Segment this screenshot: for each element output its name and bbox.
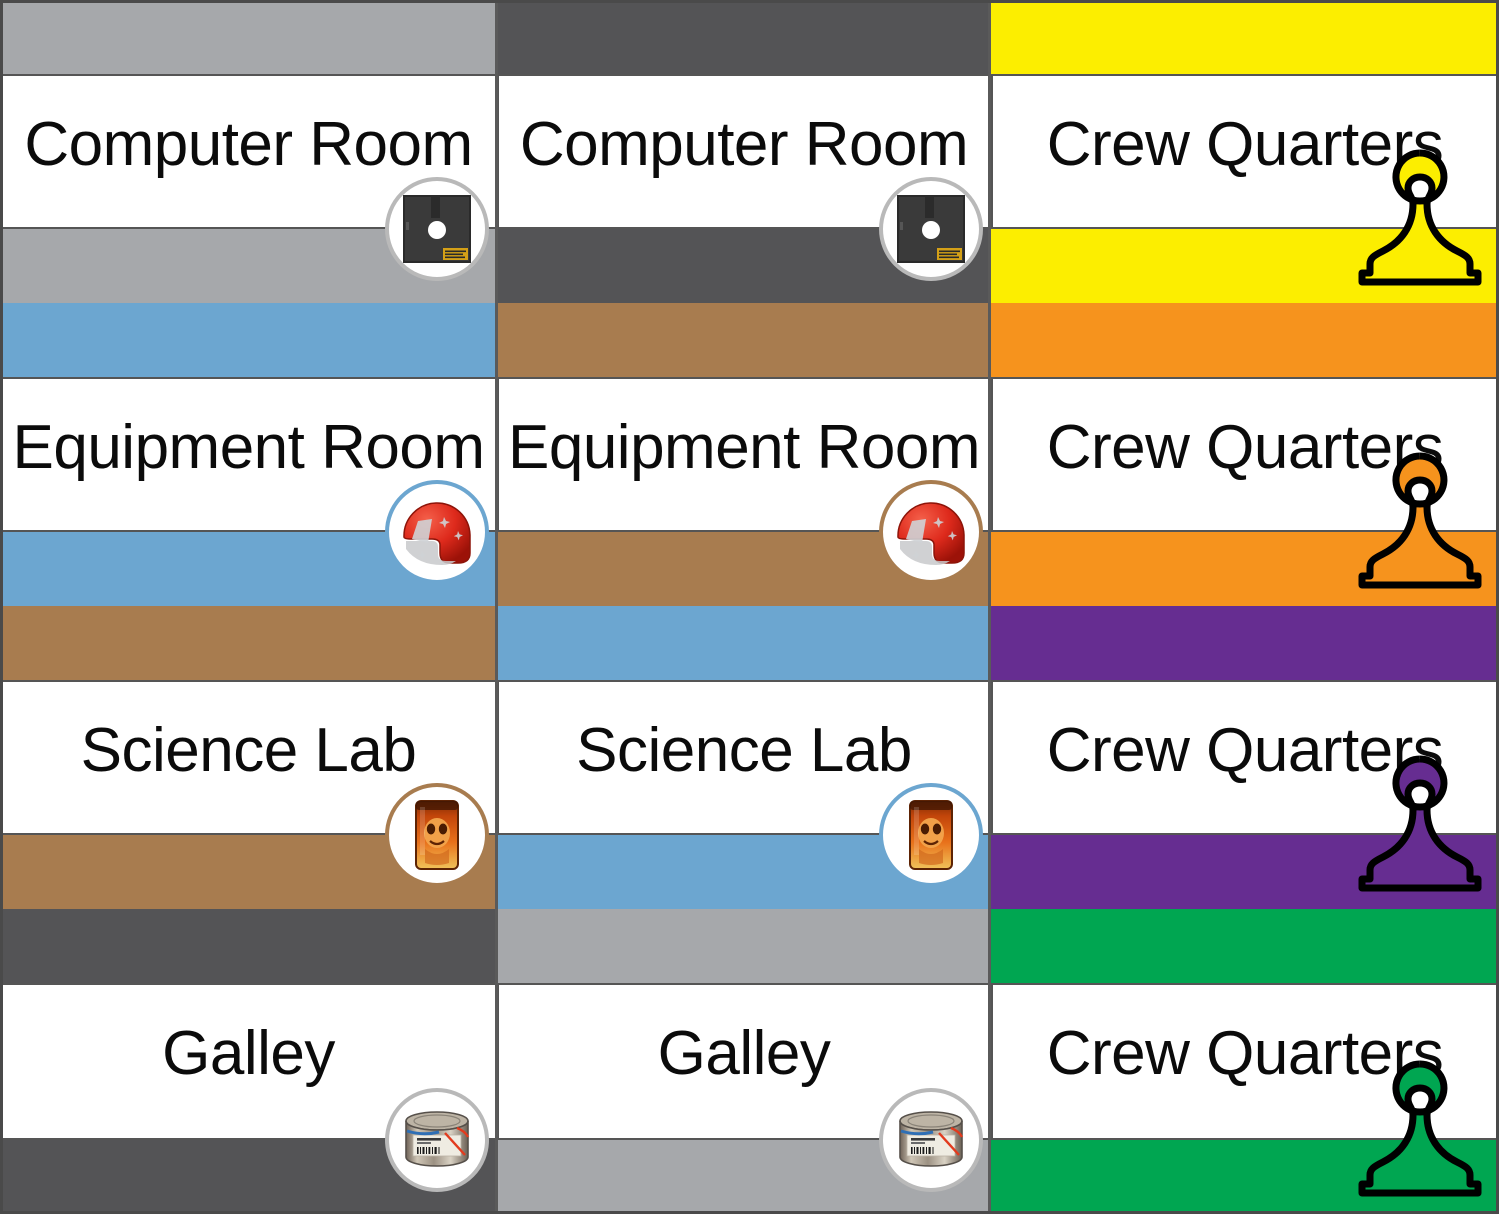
crew-pawn-piece[interactable]: [1345, 139, 1495, 299]
card-band-top: [991, 303, 1499, 379]
card-band-top: [0, 303, 497, 379]
card-band-top: [991, 0, 1499, 76]
pawn-token: [1358, 755, 1482, 892]
pawn-token: [1358, 1060, 1482, 1197]
card-title: Science Lab: [576, 716, 912, 785]
card-title: Galley: [162, 1019, 335, 1088]
card-band-top: [0, 606, 497, 682]
card-title: Science Lab: [80, 716, 417, 785]
board-cell[interactable]: Equipment Room: [0, 303, 497, 606]
food-can-icon: [405, 1111, 470, 1167]
card-title: Equipment Room: [12, 413, 485, 482]
board-cell[interactable]: Galley: [497, 909, 991, 1214]
card-token-badge[interactable]: [385, 177, 489, 281]
floppy-disk-icon: [897, 195, 965, 263]
card-title: Equipment Room: [507, 413, 981, 482]
pawn-token: [1358, 452, 1482, 589]
card-token-badge[interactable]: [385, 1088, 489, 1192]
card-token-badge[interactable]: [385, 783, 489, 887]
specimen-jar-icon: [909, 800, 953, 870]
card-band-top: [0, 909, 497, 985]
card-title: Computer Room: [519, 110, 969, 179]
board-cell[interactable]: Computer Room: [0, 0, 497, 303]
card-token-badge[interactable]: [879, 1088, 983, 1192]
helmet-icon: [897, 502, 965, 565]
card-band-top: [497, 303, 991, 379]
helmet-icon: [403, 502, 471, 565]
crew-pawn-piece[interactable]: [1345, 442, 1495, 602]
card-band-top: [0, 0, 497, 76]
crew-pawn-piece[interactable]: [1345, 1050, 1495, 1210]
column-divider-2: [988, 0, 991, 1214]
card-token-badge[interactable]: [385, 480, 489, 584]
board-cell[interactable]: Computer Room: [497, 0, 991, 303]
card-band-top: [991, 909, 1499, 985]
card-token-badge[interactable]: [879, 177, 983, 281]
card-title: Galley: [657, 1019, 831, 1088]
card-title: Computer Room: [24, 110, 473, 179]
card-band-top: [497, 0, 991, 76]
column-divider-1: [495, 0, 498, 1214]
card-token-badge[interactable]: [879, 783, 983, 887]
card-band-top: [497, 909, 991, 985]
card-token-badge[interactable]: [879, 480, 983, 584]
card-band-top: [497, 606, 991, 682]
board-cell[interactable]: Crew Quarters: [991, 909, 1499, 1214]
food-can-icon: [899, 1111, 964, 1167]
board-cell[interactable]: Crew Quarters: [991, 303, 1499, 606]
board-cell[interactable]: Equipment Room: [497, 303, 991, 606]
floppy-disk-icon: [403, 195, 471, 263]
crew-pawn-piece[interactable]: [1345, 745, 1495, 905]
specimen-jar-icon: [415, 800, 459, 870]
card-band-top: [991, 606, 1499, 682]
board-cell[interactable]: Science Lab: [497, 606, 991, 909]
pawn-token: [1358, 149, 1482, 286]
board-cell[interactable]: Crew Quarters: [991, 0, 1499, 303]
board-cell[interactable]: Galley: [0, 909, 497, 1214]
room-card-board: Crew Quarters Galley Galley Crew Quarter…: [0, 0, 1499, 1214]
board-cell[interactable]: Science Lab: [0, 606, 497, 909]
board-cell[interactable]: Crew Quarters: [991, 606, 1499, 909]
